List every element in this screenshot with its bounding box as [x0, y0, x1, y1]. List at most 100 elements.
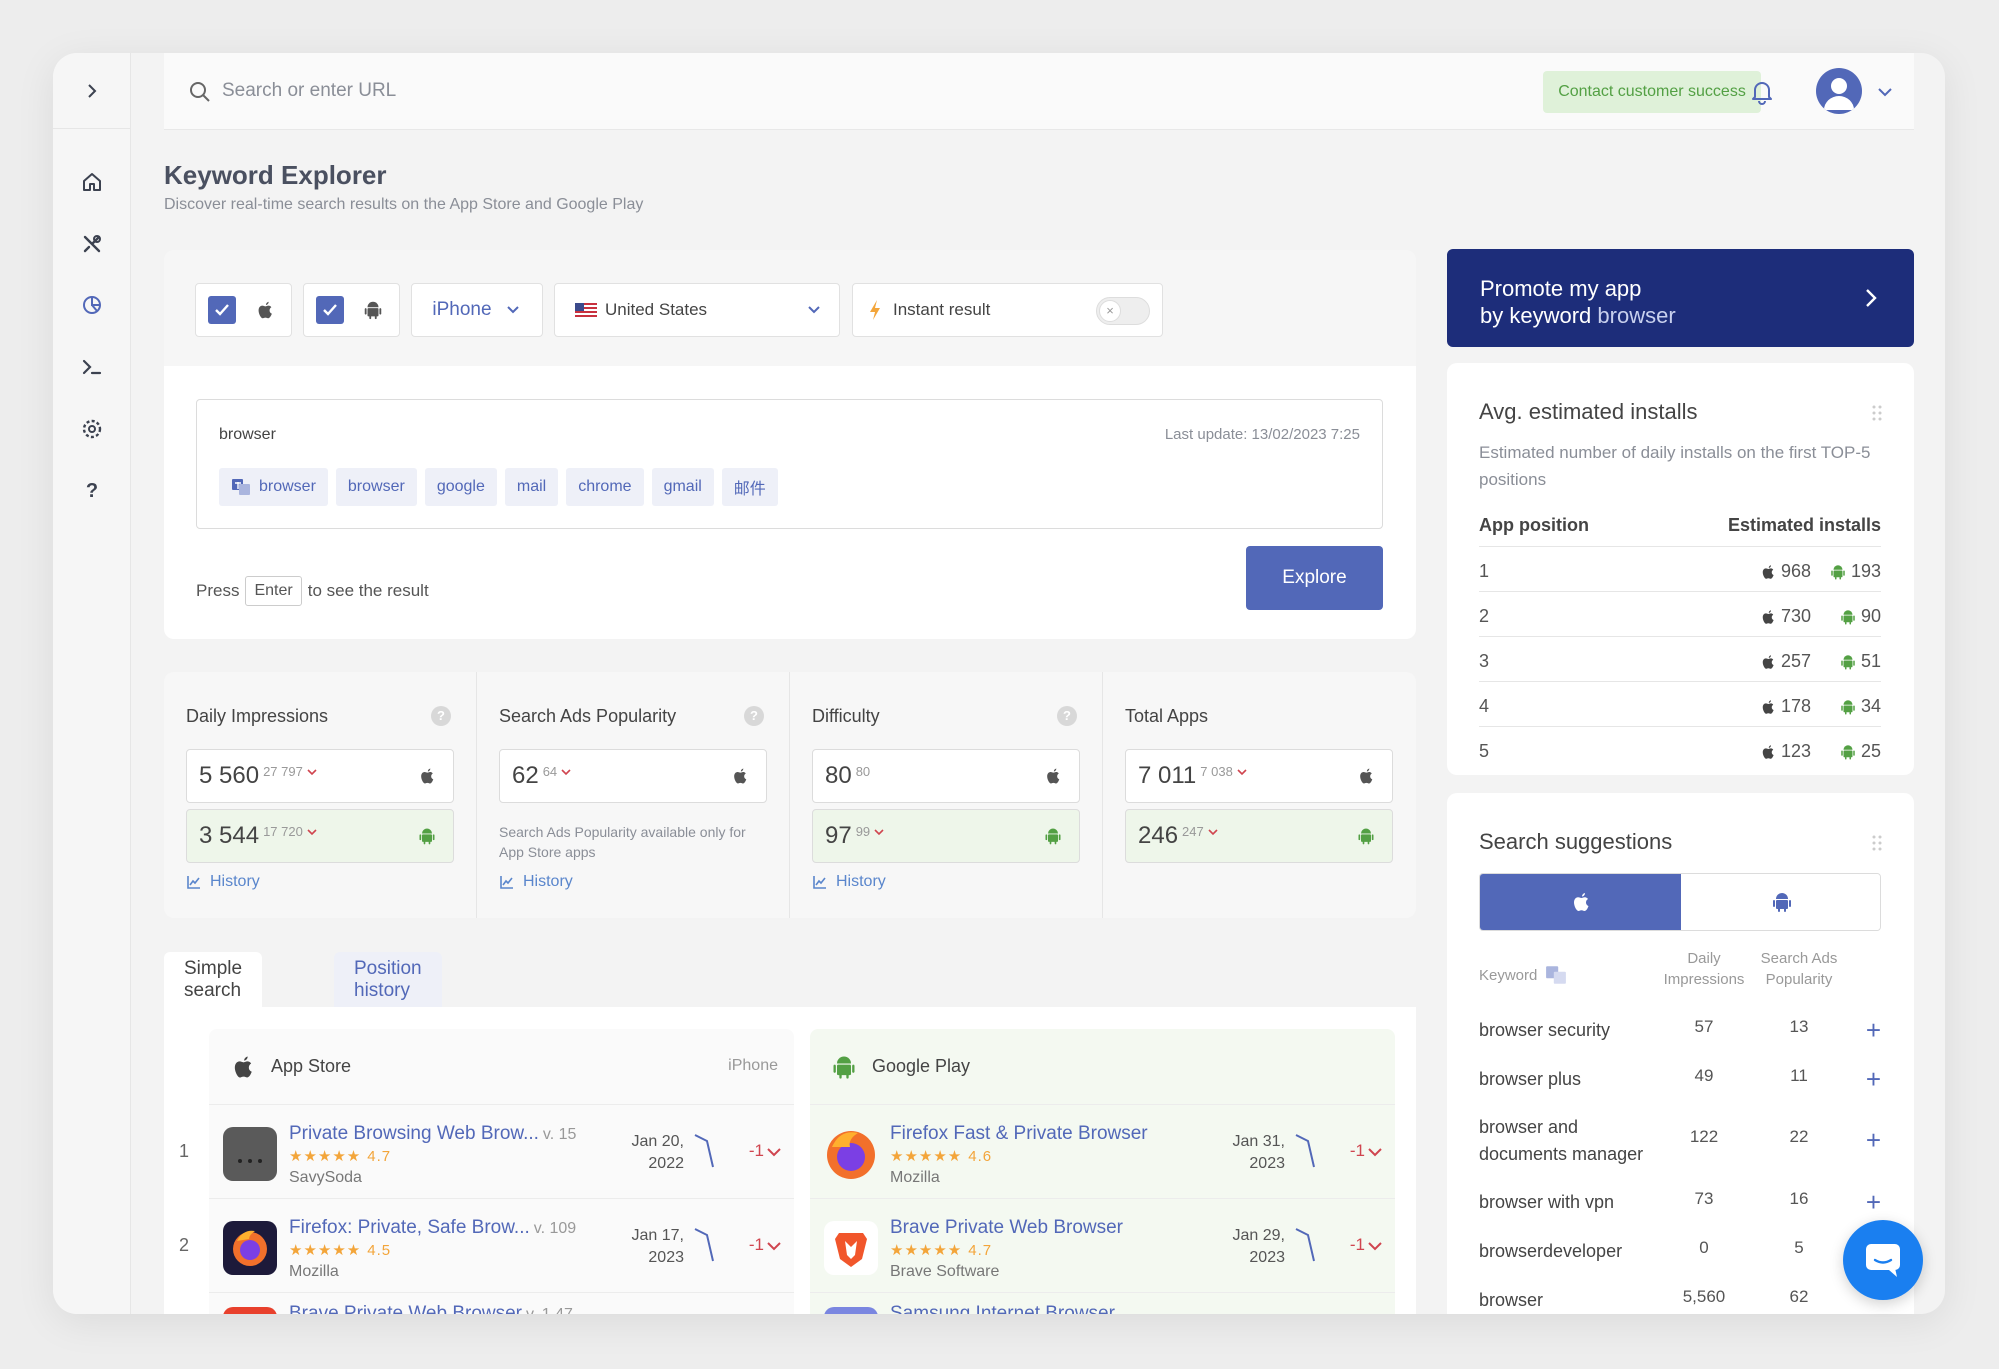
chevron-down-icon[interactable]: [1366, 1237, 1384, 1255]
table-row: 5 123 25: [1479, 741, 1881, 761]
app-window: ? Contact customer success Keyword Explo…: [53, 53, 1945, 1314]
app-icon-samsung-internet: [824, 1307, 878, 1314]
user-avatar-icon: [1824, 78, 1854, 110]
keyword-panel: browser Last update: 13/02/2023 7:25 bro…: [164, 366, 1416, 639]
keyword-tag-translate[interactable]: browser: [219, 468, 328, 506]
history-link[interactable]: History: [186, 873, 260, 891]
table-row: 2 730 90: [1479, 592, 1881, 637]
top-bar: Contact customer success: [164, 53, 1914, 130]
tools-icon: [83, 235, 101, 253]
app-name-link[interactable]: Brave Private Web Browser: [890, 1217, 1123, 1239]
drag-handle-icon[interactable]: [1870, 403, 1884, 423]
help-icon[interactable]: ?: [744, 706, 764, 726]
sidebar-item-home[interactable]: [53, 160, 131, 204]
googleplay-header: Google Play: [810, 1029, 1395, 1105]
search-suggestions-card: Search suggestions Keyword Daily Impressi…: [1447, 793, 1914, 1314]
add-keyword-button[interactable]: +: [1866, 1189, 1881, 1216]
apple-icon: [1762, 654, 1774, 669]
app-name-link[interactable]: Firefox Fast & Private Browser: [890, 1123, 1148, 1145]
table-row[interactable]: Brave Private Web Browser ★★★★★ 4.7 Brave…: [810, 1199, 1395, 1293]
drag-handle-icon[interactable]: [1870, 833, 1884, 853]
appstore-checkbox[interactable]: [208, 296, 236, 324]
apple-icon: [258, 301, 272, 319]
sidebar-toggle[interactable]: [53, 53, 131, 129]
installs-table-header: App position Estimated installs: [1479, 515, 1881, 547]
keyword-tag[interactable]: mail: [504, 468, 559, 506]
translate-icon: [232, 479, 250, 495]
chat-icon: [1866, 1244, 1900, 1277]
sidebar-item-tools[interactable]: [53, 222, 131, 266]
chat-support-button[interactable]: [1843, 1220, 1923, 1300]
rating-stars: ★★★★★ 4.5: [289, 1242, 392, 1259]
app-name-link[interactable]: Firefox: Private, Safe Brow... v. 109: [289, 1217, 576, 1239]
chevron-down-icon[interactable]: [1874, 81, 1896, 103]
keyword-input-box[interactable]: browser Last update: 13/02/2023 7:25 bro…: [196, 399, 1383, 529]
android-icon: [1772, 893, 1791, 912]
android-icon: [1045, 828, 1061, 845]
apple-icon: [234, 1056, 252, 1077]
instant-result-toggle[interactable]: ×: [1096, 297, 1150, 325]
help-icon[interactable]: ?: [1057, 706, 1077, 726]
app-name-link[interactable]: Samsung Internet Browser: [890, 1303, 1115, 1314]
app-name-link[interactable]: Brave Private Web Browserv. 1.47: [289, 1303, 573, 1314]
table-row[interactable]: 1 Private Browsing Web Brow... v. 15 ★★★★…: [179, 1105, 794, 1199]
translate-icon[interactable]: [1545, 964, 1567, 986]
bell-icon[interactable]: [1748, 78, 1776, 106]
platform-segmented-control: [1479, 873, 1881, 931]
avatar[interactable]: [1816, 68, 1862, 114]
device-select[interactable]: iPhone: [411, 283, 543, 337]
explore-button[interactable]: Explore: [1246, 546, 1383, 610]
search-input[interactable]: [222, 73, 922, 109]
tab-simple-search[interactable]: Simple search: [164, 952, 263, 1007]
add-keyword-button[interactable]: +: [1866, 1066, 1881, 1093]
promote-app-banner[interactable]: Promote my app by keyword browser: [1447, 249, 1914, 347]
table-row[interactable]: Samsung Internet Browser: [810, 1293, 1395, 1314]
apple-icon: [1047, 768, 1060, 784]
chevron-down-icon: [561, 769, 571, 776]
sidebar-item-analytics[interactable]: [53, 283, 131, 327]
sidebar-item-terminal[interactable]: [53, 345, 131, 389]
appstore-filter: [195, 283, 292, 337]
add-keyword-button[interactable]: +: [1866, 1127, 1881, 1154]
sidebar-item-settings[interactable]: [53, 407, 131, 451]
googleplay-checkbox[interactable]: [316, 296, 344, 324]
sidebar: ?: [53, 53, 131, 1314]
rating-stars: ★★★★★ 4.7: [890, 1242, 993, 1259]
chevron-down-icon[interactable]: [1366, 1143, 1384, 1161]
table-row[interactable]: Brave Private Web Browserv. 1.47: [209, 1293, 794, 1314]
app-icon-brave: [824, 1221, 878, 1275]
keyword-tag[interactable]: 邮件: [721, 468, 778, 506]
app-name-link[interactable]: Private Browsing Web Brow... v. 15: [289, 1123, 576, 1145]
keyword-query[interactable]: browser: [219, 426, 276, 444]
keyword-tag[interactable]: google: [424, 468, 497, 506]
apple-icon: [734, 768, 747, 784]
android-icon: [1831, 564, 1845, 579]
chevron-down-icon[interactable]: [765, 1143, 783, 1161]
apple-icon: [1762, 699, 1774, 714]
appstore-column: App Store iPhone 1 Private Browsing Web …: [179, 1029, 794, 1314]
keyword-tag[interactable]: gmail: [651, 468, 714, 506]
home-icon: [83, 173, 101, 191]
chevron-down-icon: [1237, 769, 1247, 776]
keyword-tag[interactable]: browser: [335, 468, 417, 506]
help-icon[interactable]: ?: [431, 706, 451, 726]
chart-icon: [813, 876, 826, 889]
table-row[interactable]: Firefox Fast & Private Browser ★★★★★ 4.6 …: [810, 1105, 1395, 1199]
tab-position-history[interactable]: Position history: [334, 952, 442, 1007]
history-link[interactable]: History: [812, 873, 886, 891]
add-keyword-button[interactable]: +: [1866, 1017, 1881, 1044]
history-link[interactable]: History: [499, 873, 573, 891]
table-row[interactable]: 2 Firefox: Private, Safe Brow... v. 109 ★…: [179, 1199, 794, 1293]
segment-googleplay[interactable]: [1681, 874, 1880, 930]
segment-appstore[interactable]: [1480, 874, 1681, 930]
metric-total-apps: Total Apps 7 011 7 038 246 247: [1103, 672, 1416, 918]
keyword-tags: browser browser google mail chrome gmail…: [219, 468, 778, 506]
contact-customer-success-button[interactable]: Contact customer success: [1543, 71, 1761, 113]
chevron-down-icon[interactable]: [765, 1237, 783, 1255]
keyword-tag[interactable]: chrome: [566, 468, 644, 506]
developer-name: Mozilla: [289, 1263, 339, 1280]
country-select[interactable]: United States: [554, 283, 840, 337]
chevron-right-icon: [1866, 289, 1877, 307]
sidebar-item-help[interactable]: ?: [53, 469, 131, 513]
list-item: browser and documents manager 122 22 +: [1479, 1117, 1881, 1164]
